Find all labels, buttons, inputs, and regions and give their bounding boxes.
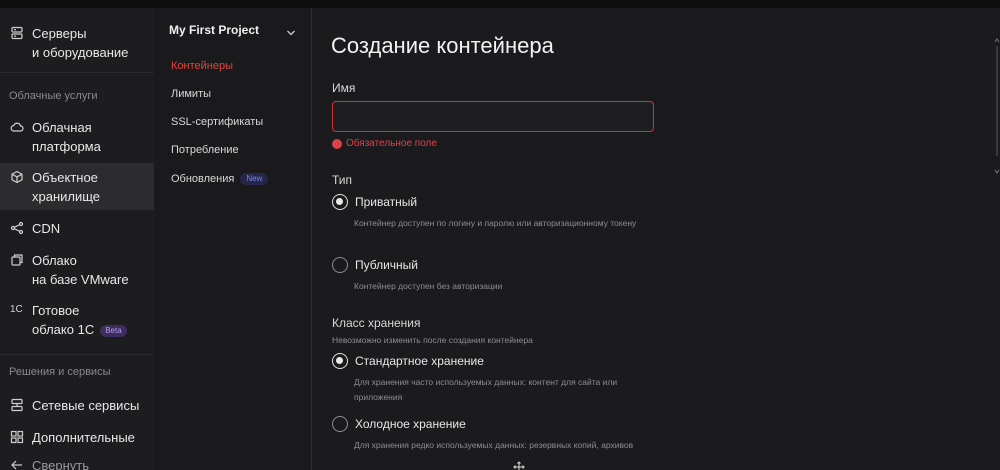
sidebar-item-label: CDN: [32, 221, 61, 236]
main-content: Создание контейнера Имя Обязательное пол…: [313, 8, 1000, 470]
name-label: Имя: [332, 81, 356, 95]
cube-icon: [10, 170, 24, 184]
sidebar-item-label: хранилище: [32, 189, 101, 204]
storage-class-hint: Невозможно изменить после создания конте…: [332, 335, 533, 345]
cloud-icon: [10, 120, 24, 134]
sidebar-item-label: Готовое: [32, 303, 80, 318]
main-sidebar: Серверы и оборудование Облачные услуги Об…: [0, 8, 154, 470]
radio-label: Приватный: [355, 195, 418, 209]
radio-storage-standard[interactable]: Стандартное хранение: [332, 353, 484, 369]
radio-hint: Для хранения редко используемых данных: …: [354, 440, 634, 450]
server-icon: [10, 26, 24, 40]
sidebar-item-additional[interactable]: Дополнительные: [0, 428, 154, 447]
divider: [0, 72, 154, 73]
top-bar: [0, 0, 1000, 8]
sidebar-item-cloud-platform[interactable]: Облачная платформа: [0, 118, 154, 156]
project-selector[interactable]: My First Project: [169, 23, 259, 37]
network-icon: [10, 398, 24, 412]
type-label: Тип: [332, 173, 353, 187]
section-heading-solutions: Решения и сервисы: [9, 366, 111, 378]
project-menu-item-limits[interactable]: Лимиты: [171, 88, 211, 100]
chevron-down-icon[interactable]: [286, 25, 296, 36]
beta-badge: Beta: [100, 324, 127, 337]
project-menu: My First Project Контейнеры Лимиты SSL-с…: [155, 8, 312, 470]
sidebar-item-label: и оборудование: [32, 45, 129, 60]
cdn-icon: [10, 221, 24, 235]
radio-type-private[interactable]: Приватный: [332, 194, 417, 210]
error-text: Обязательное поле: [346, 138, 437, 149]
error-icon: [332, 138, 342, 149]
radio-type-public[interactable]: Публичный: [332, 257, 418, 273]
sidebar-item-network-services[interactable]: Сетевые сервисы: [0, 396, 154, 415]
scrollbar[interactable]: [994, 38, 1000, 178]
project-menu-item-updates[interactable]: Обновления New: [171, 173, 269, 186]
radio-label: Холодное хранение: [355, 417, 466, 431]
sidebar-item-object-storage[interactable]: Объектное хранилище: [0, 163, 154, 210]
name-input[interactable]: [332, 101, 654, 132]
sidebar-item-cdn[interactable]: CDN: [0, 219, 154, 238]
sidebar-item-label: Серверы: [32, 26, 87, 41]
project-menu-item-ssl[interactable]: SSL-сертификаты: [171, 116, 263, 128]
project-menu-item-label: Обновления: [171, 173, 235, 185]
grid-icon: [10, 430, 24, 444]
vmware-icon: [10, 253, 24, 267]
sidebar-item-label: Объектное: [32, 170, 98, 185]
arrow-left-icon: [10, 458, 24, 470]
new-badge: New: [240, 173, 269, 186]
radio-button[interactable]: [332, 353, 348, 369]
sidebar-item-label: Сетевые сервисы: [32, 398, 140, 413]
sidebar-item-vmware[interactable]: Облако на базе VMware: [0, 251, 154, 289]
radio-button[interactable]: [332, 416, 348, 432]
section-heading-cloud: Облачные услуги: [9, 90, 98, 102]
radio-hint: Контейнер доступен по логину и паролю ил…: [354, 218, 637, 228]
radio-hint: Контейнер доступен без авторизации: [354, 281, 503, 291]
sidebar-item-label: Свернуть: [32, 458, 90, 470]
radio-button[interactable]: [332, 194, 348, 210]
radio-storage-cold[interactable]: Холодное хранение: [332, 416, 466, 432]
1c-icon: 1С: [10, 304, 23, 315]
sidebar-item-label: платформа: [32, 139, 101, 154]
radio-label: Стандартное хранение: [355, 354, 484, 368]
divider: [0, 354, 154, 355]
sidebar-item-servers[interactable]: Серверы и оборудование: [0, 24, 154, 62]
project-menu-item-containers[interactable]: Контейнеры: [171, 60, 233, 72]
sidebar-item-label: Облако: [32, 253, 77, 268]
sidebar-item-label: облако 1С: [32, 322, 95, 337]
page-title: Создание контейнера: [331, 33, 554, 58]
radio-label: Публичный: [355, 258, 419, 272]
sidebar-item-label: Дополнительные: [32, 430, 135, 445]
sidebar-item-label: Облачная: [32, 120, 92, 135]
sidebar-item-1c-cloud[interactable]: 1С Готовое облако 1С Beta: [0, 301, 154, 339]
sidebar-collapse[interactable]: Свернуть: [0, 456, 154, 470]
storage-class-label: Класс хранения: [332, 316, 421, 330]
project-menu-item-consumption[interactable]: Потребление: [171, 144, 239, 156]
radio-button[interactable]: [332, 257, 348, 273]
move-cursor-icon: [513, 460, 525, 470]
sidebar-item-label: на базе VMware: [32, 272, 129, 287]
radio-hint: Для хранения часто используемых данных: …: [354, 377, 618, 402]
name-error: Обязательное поле: [332, 138, 437, 149]
